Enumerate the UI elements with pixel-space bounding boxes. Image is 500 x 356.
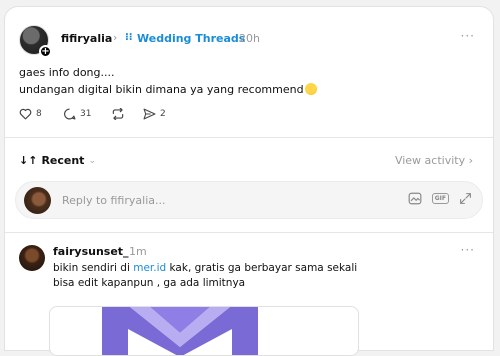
- image-icon[interactable]: [408, 192, 422, 205]
- share-count: 2: [160, 109, 166, 119]
- divider: [5, 137, 493, 138]
- comment-line2: bisa edit kapanpun , ga ada limitnya: [53, 277, 246, 289]
- comment-time: 1m: [129, 245, 147, 258]
- chevron-down-icon: ⌄: [88, 155, 96, 166]
- commenter-username[interactable]: fairysunset_: [53, 245, 129, 258]
- repost-icon: [112, 108, 124, 120]
- link-preview-image[interactable]: [49, 306, 359, 356]
- community-name[interactable]: Wedding Threads: [137, 32, 245, 45]
- post-text-line2-content: undangan digital bikin dimana ya yang re…: [19, 83, 304, 96]
- like-count: 8: [36, 109, 42, 119]
- heart-icon: [19, 108, 32, 120]
- merid-logo-image: [102, 307, 258, 355]
- like-button[interactable]: 8: [19, 108, 42, 120]
- current-user-avatar: [24, 187, 51, 214]
- expand-icon[interactable]: [459, 192, 472, 205]
- chevron-right-icon: ›: [113, 31, 118, 44]
- community-icon: ⁝⁝: [125, 32, 133, 43]
- send-icon: [143, 108, 156, 120]
- author-username[interactable]: fifiryalia: [61, 32, 112, 45]
- sort-label: Recent: [41, 154, 85, 167]
- post-text: gaes info dong.... undangan digital biki…: [19, 64, 317, 98]
- view-activity-label: View activity: [394, 154, 466, 167]
- comment-more-icon[interactable]: ···: [461, 243, 475, 257]
- post-text-line1: gaes info dong....: [19, 66, 115, 79]
- view-activity-link[interactable]: View activity ›: [395, 154, 473, 167]
- comment-link[interactable]: mer.id: [133, 262, 166, 274]
- post-text-line2: undangan digital bikin dimana ya yang re…: [19, 81, 317, 98]
- chevron-right-icon: ›: [468, 154, 473, 167]
- sort-dropdown[interactable]: ↓↑ Recent ⌄: [19, 154, 96, 167]
- comment-icon: [64, 108, 76, 120]
- sort-icon: ↓↑: [19, 154, 38, 167]
- divider: [5, 232, 493, 233]
- reply-input[interactable]: Reply to fifiryalia...: [62, 194, 165, 207]
- comment-text-after: kak, gratis ga berbayar sama sekali: [166, 262, 358, 274]
- reply-button[interactable]: 31: [63, 108, 91, 120]
- thinking-emoji-icon: [304, 83, 317, 95]
- post-time: 20h: [239, 32, 260, 45]
- post-more-icon[interactable]: ···: [461, 29, 475, 43]
- repost-button[interactable]: [111, 108, 125, 120]
- thread-card: + fifiryalia › ⁝⁝ Wedding Threads 20h ··…: [4, 6, 494, 356]
- comment-text-before: bikin sendiri di: [53, 262, 134, 274]
- commenter-avatar[interactable]: [19, 245, 45, 271]
- reply-composer[interactable]: Reply to fifiryalia... GIF: [15, 181, 483, 219]
- reply-count: 31: [80, 109, 92, 119]
- share-button[interactable]: 2: [143, 108, 166, 120]
- gif-icon[interactable]: GIF: [431, 193, 449, 204]
- comment-line1: bikin sendiri di mer.id kak, gratis ga b…: [53, 261, 357, 276]
- composer-tools: GIF: [408, 192, 472, 205]
- comment-text: bikin sendiri di mer.id kak, gratis ga b…: [53, 261, 357, 291]
- follow-plus-icon[interactable]: +: [39, 45, 52, 58]
